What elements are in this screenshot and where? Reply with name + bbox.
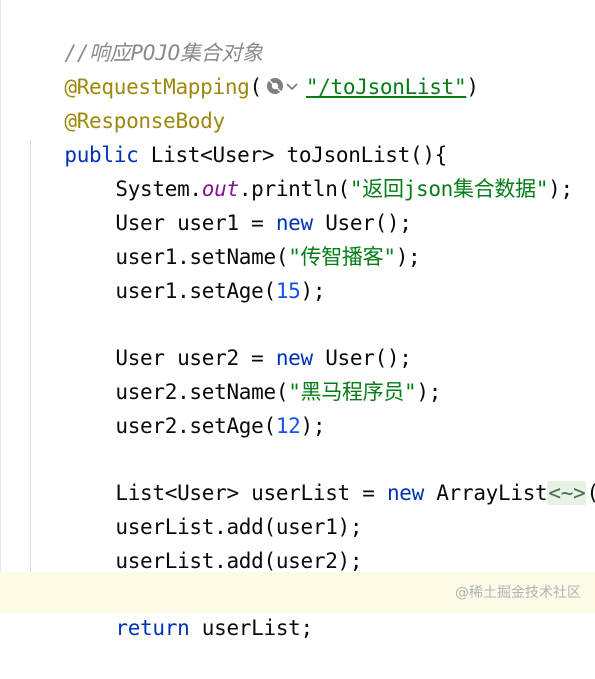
- code-line-user2-new[interactable]: User user2 = new User();: [66, 307, 412, 370]
- list-ctor-end: ();: [586, 481, 595, 505]
- setage1-number: 15: [275, 279, 301, 303]
- println-end: );: [548, 177, 573, 201]
- return-value: userList;: [189, 616, 313, 640]
- code-line-user1-new[interactable]: User user1 = new User();: [66, 172, 412, 235]
- setname2-end: );: [416, 380, 442, 404]
- code-line-list-add1[interactable]: userList.add(user1);: [66, 476, 362, 539]
- code-line-response-body[interactable]: @ResponseBody: [15, 70, 225, 133]
- setage1-call: user1.setAge(: [115, 279, 276, 303]
- indent-guide: [30, 140, 31, 585]
- setage2-call: user2.setAge(: [115, 414, 276, 438]
- keyword-return: return: [115, 616, 190, 640]
- code-line-user2-setname[interactable]: user2.setName("黑马程序员");: [66, 341, 441, 404]
- code-line-user1-setage[interactable]: user1.setAge(15);: [66, 240, 325, 303]
- setname1-end: );: [395, 245, 421, 269]
- diamond-operator[interactable]: <~>: [547, 481, 587, 505]
- code-editor[interactable]: //响应POJO集合对象 @RequestMapping("/toJsonLis…: [0, 0, 595, 640]
- code-line-return[interactable]: return userList;: [66, 577, 313, 640]
- paren-close: ): [466, 75, 479, 99]
- code-line-println[interactable]: System.out.println("返回json集合数据");: [66, 138, 573, 201]
- code-line-request-mapping[interactable]: @RequestMapping("/toJsonList"): [15, 36, 479, 99]
- list-add-user2: userList.add(user2);: [115, 549, 363, 573]
- gutter-border: [0, 0, 1, 613]
- arraylist-type: ArrayList: [423, 481, 548, 505]
- setage2-number: 12: [275, 414, 301, 438]
- watermark-text: @稀土掘金技术社区: [455, 585, 581, 601]
- setage1-end: );: [300, 279, 326, 303]
- request-url-string[interactable]: "/toJsonList": [306, 75, 467, 99]
- keyword-new: new: [386, 481, 424, 505]
- code-line-comment[interactable]: //响应POJO集合对象: [15, 2, 263, 65]
- setage2-end: );: [300, 414, 326, 438]
- code-line-user2-setage[interactable]: user2.setAge(12);: [66, 375, 325, 438]
- code-line-method-signature[interactable]: public List<User> toJsonList(){: [15, 104, 447, 167]
- paren-open: (: [249, 75, 263, 99]
- code-line-user1-setname[interactable]: user1.setName("传智播客");: [66, 206, 420, 269]
- code-line-list-new[interactable]: List<User> userList = new ArrayList<~>()…: [66, 442, 595, 505]
- code-line-list-add2[interactable]: userList.add(user2);: [66, 510, 362, 573]
- globe-dropdown-icon[interactable]: [264, 74, 304, 98]
